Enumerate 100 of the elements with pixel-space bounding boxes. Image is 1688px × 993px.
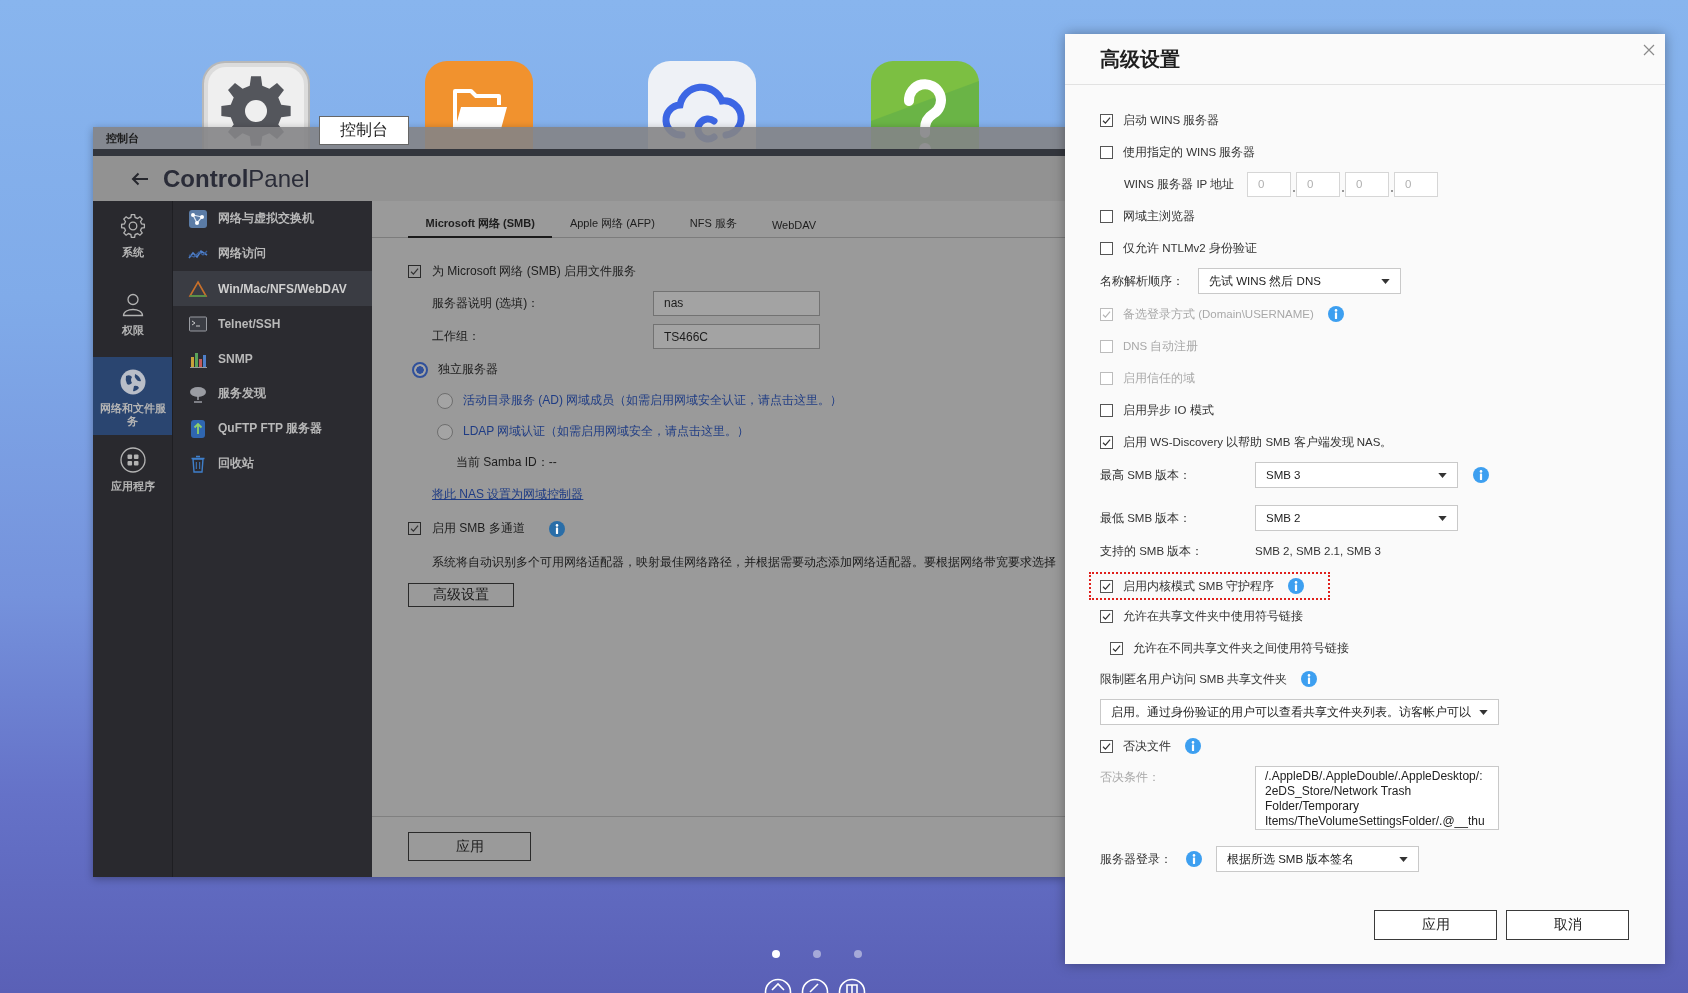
- page-dot[interactable]: [772, 950, 780, 958]
- field-label: 名称解析顺序：: [1100, 273, 1184, 289]
- menu-item[interactable]: QuFTP FTP 服务器: [173, 411, 372, 446]
- info-icon[interactable]: [1288, 578, 1305, 594]
- tab[interactable]: WebDAV: [754, 219, 834, 238]
- checkbox[interactable]: [408, 522, 421, 535]
- field-label: 服务器说明 (选填)：: [432, 294, 541, 312]
- dialog-title: 高级设置: [1100, 46, 1180, 72]
- checkbox[interactable]: [1100, 579, 1113, 593]
- sidebar-item[interactable]: 网络和文件服务: [93, 357, 172, 435]
- sidebar-item[interactable]: 应用程序: [93, 435, 172, 513]
- checkbox-label[interactable]: 启用 SMB 多通道: [432, 520, 525, 537]
- checkbox-label[interactable]: 否决文件: [1123, 738, 1171, 754]
- field-label: 支持的 SMB 版本：: [1100, 543, 1205, 559]
- menu-item[interactable]: SNMP: [173, 341, 372, 376]
- tab[interactable]: NFS 服务: [672, 216, 755, 238]
- caret-icon: [1399, 856, 1408, 862]
- field-label: WINS 服务器 IP 地址: [1124, 176, 1236, 192]
- checkbox-label[interactable]: 启用 WS-Discovery 以帮助 SMB 客户端发现 NAS。: [1123, 434, 1393, 450]
- apply-button[interactable]: 应用: [408, 832, 531, 861]
- caret-icon: [1438, 472, 1447, 478]
- caret-icon: [1438, 515, 1447, 521]
- domain-controller-link[interactable]: 将此 NAS 设置为网域控制器: [432, 485, 584, 503]
- menu-item[interactable]: 网络访问: [173, 236, 372, 271]
- checkbox-label[interactable]: 网域主浏览器: [1123, 208, 1195, 224]
- radio-label[interactable]: LDAP 网域认证（如需启用网域安全，请点击这里。）: [463, 423, 750, 440]
- checkbox-label[interactable]: 启动 WINS 服务器: [1123, 112, 1220, 128]
- back-arrow-icon[interactable]: [131, 171, 149, 186]
- sidebar-item[interactable]: 权限: [93, 279, 172, 357]
- info-icon[interactable]: [1301, 671, 1318, 687]
- app-title: ControlPanel: [163, 164, 310, 193]
- radio-button[interactable]: [437, 392, 453, 409]
- dropdown[interactable]: SMB 2: [1255, 505, 1458, 531]
- dialog-button[interactable]: 应用: [1374, 910, 1497, 940]
- field-label: 否决条件：: [1100, 770, 1161, 785]
- tab[interactable]: Apple 网络 (AFP): [552, 216, 673, 238]
- description-text: 系统将自动识别多个可用网络适配器，映射最佳网络路径，并根据需要动态添加网络适配器。要根据网络带宽要求选择: [432, 554, 1056, 571]
- field-value: SMB 2, SMB 2.1, SMB 3: [1255, 545, 1381, 557]
- radio-button[interactable]: [437, 423, 453, 440]
- sidebar-item[interactable]: 系统: [93, 201, 172, 279]
- network-nodes-icon: [188, 208, 208, 229]
- tooltip: 控制台: [319, 116, 409, 145]
- samba-id-text: 当前 Samba ID：--: [456, 453, 557, 471]
- field-label: 最高 SMB 版本：: [1100, 467, 1193, 483]
- checkbox-label[interactable]: 启用内核模式 SMB 守护程序: [1123, 578, 1275, 594]
- menu-item[interactable]: Win/Mac/NFS/WebDAV: [173, 271, 372, 306]
- checkbox[interactable]: [1100, 609, 1113, 623]
- field-label: 服务器登录：: [1100, 851, 1172, 867]
- checkbox-label[interactable]: 允许在共享文件夹中使用符号链接: [1123, 608, 1303, 624]
- checkbox-label[interactable]: 仅允许 NTLMv2 身份验证: [1123, 240, 1257, 256]
- menu-item[interactable]: 网络与虚拟交换机: [173, 201, 372, 236]
- menu-item[interactable]: Telnet/SSH: [173, 306, 372, 341]
- ring-icon[interactable]: [764, 977, 792, 993]
- info-icon[interactable]: [548, 520, 565, 537]
- close-icon[interactable]: [1643, 44, 1655, 56]
- page-dot[interactable]: [854, 950, 862, 958]
- info-icon[interactable]: [1185, 738, 1201, 754]
- triangle-icon: [188, 278, 208, 299]
- field-label: 工作组：: [432, 328, 481, 345]
- advanced-settings-button[interactable]: 高级设置: [408, 583, 514, 607]
- ring-icon[interactable]: [838, 977, 866, 993]
- dialog-button[interactable]: 取消: [1506, 910, 1629, 940]
- dropdown[interactable]: 启用。通过身份验证的用户可以查看共享文件夹列表。访客帐户可以: [1100, 699, 1499, 725]
- menu-item[interactable]: 服务发现: [173, 376, 372, 411]
- info-icon[interactable]: [1186, 851, 1202, 867]
- info-icon[interactable]: [1473, 467, 1489, 483]
- input-field[interactable]: TS466C: [653, 324, 820, 349]
- page-dot[interactable]: [813, 950, 821, 958]
- radio-label[interactable]: 活动目录服务 (AD) 网域成员（如需启用网域安全认证，请点击这里。）: [463, 392, 843, 409]
- dropdown[interactable]: 先试 WINS 然后 DNS: [1198, 268, 1401, 294]
- radio-button[interactable]: [412, 361, 428, 378]
- field-label: 最低 SMB 版本：: [1100, 510, 1193, 526]
- checkbox-label[interactable]: 允许在不同共享文件夹之间使用符号链接: [1133, 640, 1349, 656]
- checkbox[interactable]: [1100, 241, 1113, 255]
- radio-label[interactable]: 独立服务器: [438, 361, 498, 378]
- dropdown[interactable]: 根据所选 SMB 版本签名: [1216, 846, 1419, 872]
- ring-icon[interactable]: [801, 977, 829, 993]
- checkbox[interactable]: [1100, 113, 1113, 127]
- checkbox[interactable]: [1100, 145, 1113, 159]
- dropdown[interactable]: SMB 3: [1255, 462, 1458, 488]
- up-arrow-tile-icon: [188, 418, 208, 439]
- window-title: 控制台: [106, 130, 139, 146]
- checkbox[interactable]: [1110, 641, 1123, 655]
- checkbox[interactable]: [408, 264, 421, 278]
- checkbox-label[interactable]: 为 Microsoft 网络 (SMB) 启用文件服务: [432, 262, 636, 280]
- input-field[interactable]: nas: [653, 290, 820, 316]
- menu-item[interactable]: 回收站: [173, 446, 372, 481]
- checkbox[interactable]: [1100, 209, 1113, 223]
- checkbox-label[interactable]: 使用指定的 WINS 服务器: [1123, 144, 1256, 160]
- checkbox[interactable]: [1100, 435, 1113, 449]
- gear-icon: [119, 213, 146, 239]
- globe-icon: [119, 369, 146, 395]
- checkbox-label[interactable]: 启用异步 IO 模式: [1123, 402, 1214, 418]
- section-label: 限制匿名用户访问 SMB 共享文件夹: [1100, 671, 1288, 687]
- caret-icon: [1381, 278, 1390, 284]
- terminal-icon: [188, 313, 208, 334]
- grid-icon: [119, 447, 146, 473]
- checkbox[interactable]: [1100, 739, 1113, 753]
- checkbox[interactable]: [1100, 403, 1113, 417]
- tab[interactable]: Microsoft 网络 (SMB): [408, 216, 553, 238]
